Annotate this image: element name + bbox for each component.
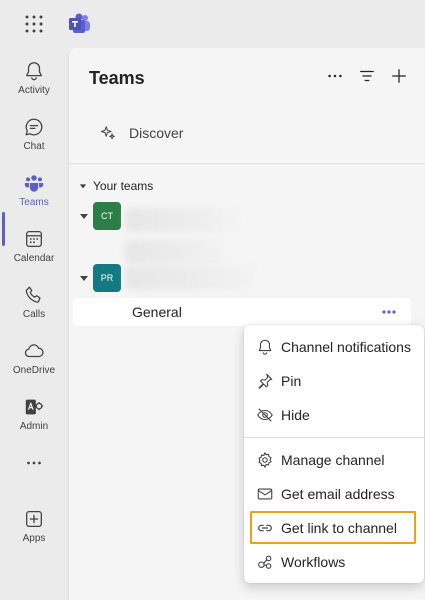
rail-label-teams: Teams	[19, 197, 49, 208]
rail-item-admin[interactable]: Admin	[0, 390, 68, 442]
rail-label-chat: Chat	[23, 141, 45, 152]
workflows-icon	[258, 555, 272, 569]
rail-item-more[interactable]	[0, 446, 68, 486]
rail-label-activity: Activity	[18, 85, 50, 96]
menu-label: Get email address	[281, 486, 395, 502]
menu-item-get-email-address[interactable]: Get email address	[244, 477, 424, 511]
caret-down-icon	[80, 214, 88, 219]
rail-item-activity[interactable]: Activity	[0, 54, 68, 106]
menu-item-channel-notifications[interactable]: Channel notifications	[244, 330, 424, 364]
rail-item-apps[interactable]: Apps	[0, 502, 68, 554]
eye-off-icon	[257, 408, 273, 422]
team-row[interactable]: CT	[79, 202, 121, 230]
chat-icon	[25, 118, 43, 136]
your-teams-header[interactable]: Your teams	[79, 179, 153, 193]
menu-item-get-link-to-channel[interactable]: Get link to channel	[244, 511, 424, 545]
pin-icon	[258, 373, 273, 389]
top-bar	[0, 0, 425, 48]
teams-logo-icon	[68, 12, 92, 36]
rail-label-calendar: Calendar	[13, 253, 55, 264]
rail-item-onedrive[interactable]: OneDrive	[0, 334, 68, 386]
rail-label-admin: Admin	[19, 421, 49, 432]
gear-icon	[258, 452, 272, 468]
mail-icon	[257, 488, 273, 500]
channel-name: General	[132, 304, 182, 320]
caret-down-icon	[80, 276, 88, 281]
cloud-icon	[24, 344, 44, 358]
apps-add-icon	[26, 511, 42, 527]
sparkle-icon	[100, 126, 115, 140]
rail-item-calendar[interactable]: Calendar	[0, 222, 68, 274]
menu-item-hide[interactable]: Hide	[244, 398, 424, 432]
team-name-redacted	[125, 240, 225, 264]
menu-label: Workflows	[281, 554, 346, 570]
menu-label: Get link to channel	[281, 520, 397, 536]
app-launcher-icon[interactable]	[24, 14, 44, 34]
menu-item-workflows[interactable]: Workflows	[244, 545, 424, 579]
menu-item-manage-channel[interactable]: Manage channel	[244, 443, 424, 477]
menu-label: Hide	[281, 407, 310, 423]
team-avatar: CT	[93, 202, 121, 230]
rail-label-apps: Apps	[22, 533, 46, 544]
menu-label: Channel notifications	[281, 339, 411, 355]
menu-label: Pin	[281, 373, 302, 389]
rail-label-onedrive: OneDrive	[12, 365, 56, 376]
filter-icon[interactable]	[357, 66, 377, 86]
app-rail: Activity Chat Teams Calendar Calls OneDr…	[0, 48, 68, 600]
discover-label: Discover	[129, 125, 184, 141]
channel-context-menu: Channel notifications Pin Hide Manage ch…	[244, 325, 424, 583]
team-avatar: PR	[93, 264, 121, 292]
phone-icon	[25, 286, 41, 303]
menu-item-pin[interactable]: Pin	[244, 364, 424, 398]
rail-item-teams[interactable]: Teams	[0, 166, 68, 218]
admin-icon	[25, 399, 44, 415]
teams-icon	[24, 175, 44, 192]
calendar-icon	[26, 231, 42, 247]
team-row[interactable]: PR	[79, 264, 121, 292]
rail-item-chat[interactable]: Chat	[0, 110, 68, 162]
menu-label: Manage channel	[281, 452, 385, 468]
divider	[69, 163, 425, 164]
discover-button[interactable]: Discover	[99, 124, 183, 142]
link-icon	[258, 524, 272, 532]
more-icon	[27, 461, 41, 465]
caret-down-icon	[79, 184, 87, 189]
rail-item-calls[interactable]: Calls	[0, 278, 68, 330]
channel-more-options-icon[interactable]	[381, 304, 397, 320]
your-teams-label: Your teams	[93, 179, 154, 193]
add-icon[interactable]	[389, 66, 409, 86]
bell-icon	[26, 62, 42, 81]
page-title: Teams	[89, 68, 145, 88]
menu-divider	[244, 437, 424, 438]
team-name-redacted	[125, 266, 255, 290]
rail-label-calls: Calls	[22, 309, 46, 320]
team-name-redacted	[125, 208, 235, 232]
bell-icon	[258, 339, 272, 355]
more-options-icon[interactable]	[325, 66, 345, 86]
channel-row-general[interactable]: General	[73, 298, 411, 326]
panel-actions	[325, 66, 409, 86]
